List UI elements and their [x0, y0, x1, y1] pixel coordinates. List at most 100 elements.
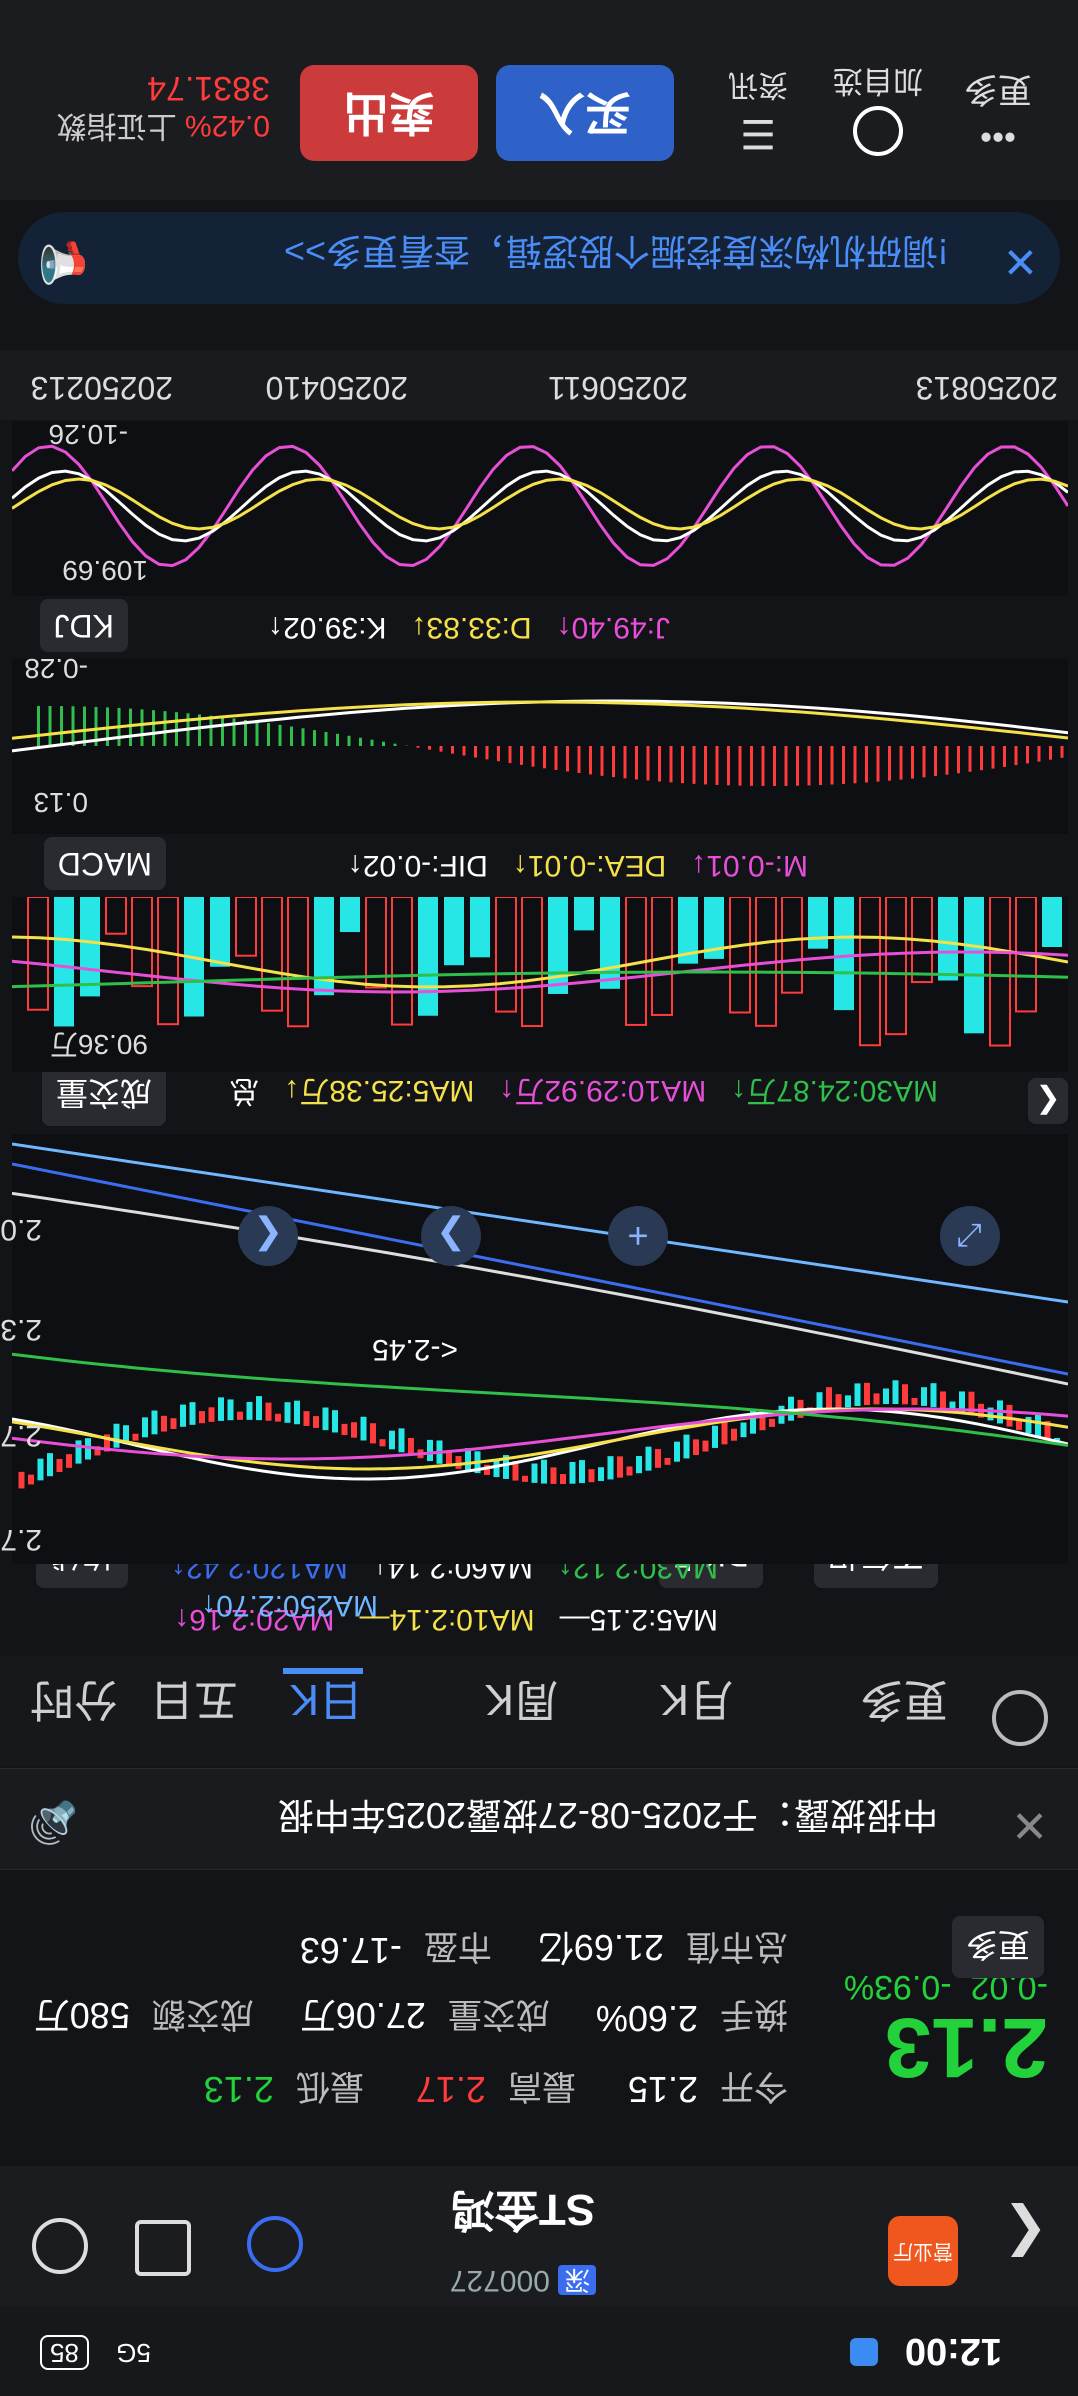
page-root: { "status_bar": {"time": "12:00", "batte… — [0, 0, 1078, 2396]
volume-bar — [729, 896, 751, 1014]
volume-bar — [885, 896, 907, 1036]
collapse-arrow-icon[interactable]: ❮ — [1028, 1078, 1068, 1124]
price-tick-3: 2.38 — [0, 1313, 42, 1346]
app-notification-icon — [850, 2338, 878, 2366]
brand-badge-icon[interactable]: 营业厅 — [888, 2216, 958, 2286]
candle — [550, 1467, 557, 1484]
macd-button[interactable]: MACD — [43, 837, 166, 890]
candle — [313, 1416, 319, 1428]
candle-chart — [11, 1142, 1069, 1489]
macd-chart-area[interactable] — [11, 659, 1069, 834]
volume-bar — [834, 897, 854, 1011]
candle — [769, 1418, 775, 1427]
volume-bar — [54, 897, 74, 1027]
candle — [246, 1401, 253, 1420]
volume-bar — [495, 896, 517, 1013]
d-line — [11, 477, 1069, 531]
volume-bar — [261, 896, 283, 1012]
macd-axis-top: 0.13 — [33, 787, 89, 818]
candle — [322, 1407, 329, 1431]
candle — [683, 1434, 690, 1459]
add-watch-icon — [853, 106, 903, 156]
candle — [142, 1417, 148, 1438]
candle — [712, 1425, 718, 1448]
candle — [1006, 1404, 1013, 1427]
candle — [826, 1387, 832, 1411]
candle — [275, 1413, 281, 1422]
candle — [237, 1411, 243, 1420]
candle — [75, 1440, 82, 1464]
close-icon[interactable]: ✕ — [1011, 1799, 1048, 1850]
ma250-label: MA250:2.70 — [216, 1589, 378, 1622]
search-icon[interactable] — [32, 2218, 88, 2274]
candle — [284, 1402, 291, 1423]
quote-row-2: 换手 2.60% 成交量 27.06万 成交额 580万 — [33, 1995, 788, 2039]
tab-weekly-k[interactable]: 周K — [485, 1672, 558, 1736]
price-tick-2: 2.79 — [0, 1419, 42, 1452]
candle — [56, 1458, 63, 1473]
macd-chart — [11, 699, 1069, 786]
kdj-button[interactable]: KDJ — [39, 599, 128, 652]
candle — [37, 1458, 44, 1481]
candle — [607, 1456, 614, 1480]
stock-name: ST金鸿 — [450, 2185, 596, 2234]
buy-button[interactable]: 买入 — [496, 65, 674, 161]
add-watch-toolbar-item[interactable]: 加自选 — [828, 62, 928, 156]
ma30-line — [11, 1352, 1069, 1447]
tab-intraday[interactable]: 分时 — [30, 1672, 118, 1736]
kdj-axis-bottom: -10.26 — [48, 419, 128, 450]
candle — [930, 1383, 937, 1408]
index-widget[interactable]: 0.42% 上证指数 3831.74 — [10, 68, 270, 151]
back-arrow-icon[interactable]: ❮ — [1003, 2203, 1048, 2266]
more-toolbar-item[interactable]: ••• 更多 — [958, 68, 1038, 156]
tab-monthly-k[interactable]: 月K — [660, 1672, 733, 1736]
volume-chart-area[interactable] — [11, 895, 1069, 1072]
volume-bar — [859, 896, 881, 1047]
fullscreen-icon[interactable]: ⤢ — [940, 1206, 1000, 1266]
candle — [303, 1411, 310, 1426]
candle-chart-area[interactable] — [11, 1134, 1069, 1564]
volume-button[interactable]: 成交量 — [41, 1064, 166, 1126]
share-icon[interactable] — [135, 2220, 191, 2276]
candle — [180, 1404, 186, 1427]
candle — [332, 1410, 338, 1433]
tab-daily-k[interactable]: 日K — [290, 1672, 363, 1736]
zoom-in-icon[interactable]: + — [608, 1206, 668, 1266]
candle — [294, 1400, 300, 1425]
news-toolbar-item[interactable]: ☰ 资讯 — [708, 66, 808, 156]
close-banner-icon[interactable]: ✕ — [1003, 237, 1038, 286]
quote-row-3: 总市值 21.69亿 市盈 -17.63 — [299, 1927, 788, 1971]
settings-icon[interactable] — [992, 1690, 1048, 1746]
candle — [740, 1422, 747, 1438]
status-time: 12:00 — [904, 2330, 1002, 2372]
candle — [351, 1422, 357, 1438]
tab-five-day[interactable]: 五日 — [150, 1672, 238, 1736]
candle — [873, 1393, 880, 1405]
ai-icon[interactable] — [247, 2216, 303, 2272]
candle — [560, 1474, 566, 1484]
current-price: 2.13 — [884, 2001, 1049, 2095]
more-quote-button[interactable]: 更多 — [951, 1916, 1044, 1978]
candle — [626, 1466, 633, 1476]
more-dots-icon: ••• — [980, 118, 1016, 156]
ma10-line — [11, 1407, 1069, 1471]
kdj-chart-area[interactable] — [10, 421, 1070, 596]
candle — [655, 1449, 661, 1468]
scroll-left-icon[interactable]: ❯ — [421, 1206, 481, 1266]
scroll-right-icon[interactable]: ❮ — [238, 1206, 298, 1266]
candle — [636, 1456, 642, 1474]
candle — [588, 1469, 595, 1483]
candle — [227, 1399, 234, 1421]
candle — [465, 1448, 471, 1472]
candle — [674, 1441, 680, 1462]
sell-button[interactable]: 卖出 — [300, 65, 478, 161]
candle — [47, 1453, 53, 1477]
candle — [256, 1396, 262, 1421]
volume-chart — [11, 895, 1069, 1047]
date-tick-4: 20250213 — [30, 370, 173, 406]
candle — [132, 1433, 139, 1441]
candle — [1035, 1412, 1041, 1437]
candle — [370, 1423, 376, 1444]
ma5-line — [11, 1407, 1069, 1481]
tab-more[interactable]: 更多 — [860, 1672, 948, 1736]
